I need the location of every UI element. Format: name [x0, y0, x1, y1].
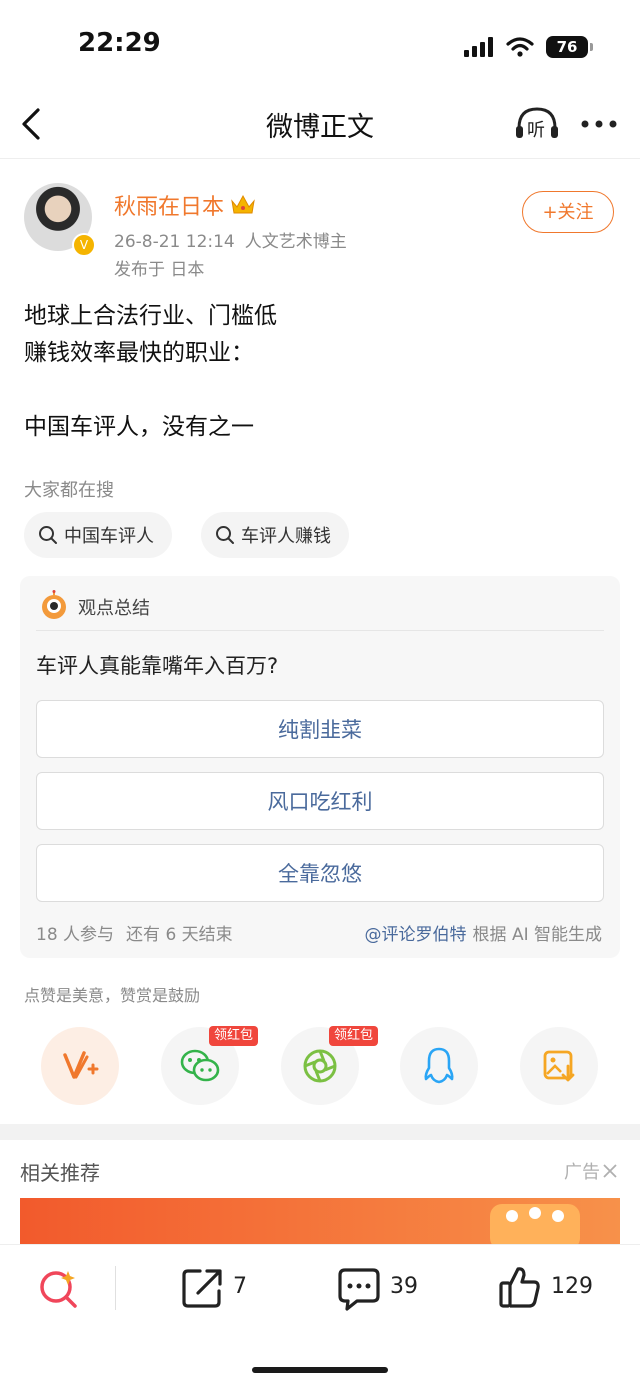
poll-option[interactable]: 风口吃红利	[36, 772, 604, 830]
battery-indicator: 76	[546, 36, 593, 58]
repost-count: 7	[233, 1274, 247, 1299]
summary-divider	[36, 630, 604, 631]
ad-banner-art	[490, 1204, 580, 1250]
poll-participants: 18 人参与	[36, 925, 115, 945]
author-tag: 人文艺术博主	[244, 232, 347, 252]
poll-question: 车评人真能靠嘴年入百万?	[36, 654, 279, 678]
bottom-bar-divider	[115, 1266, 116, 1310]
summary-title: 观点总结	[78, 598, 150, 619]
listen-button[interactable]: 听	[514, 104, 560, 144]
reward-hint: 点赞是美意，赞赏是鼓励	[24, 986, 201, 1005]
poll-stats: 18 人参与 还有 6 天结束	[36, 920, 245, 945]
status-icons: 76	[464, 36, 593, 58]
ai-search-button[interactable]	[38, 1268, 80, 1310]
nav-divider	[0, 158, 640, 159]
poll-source: @评论罗伯特 根据 AI 智能生成	[365, 920, 602, 945]
red-packet-badge: 领红包	[209, 1026, 259, 1046]
reward-button[interactable]	[41, 1027, 119, 1105]
follow-button[interactable]: +关注	[522, 191, 614, 233]
poll-option[interactable]: 全靠忽悠	[36, 844, 604, 902]
more-dots-icon	[581, 120, 617, 128]
save-image-icon	[543, 1050, 575, 1082]
search-chip-label: 中国车评人	[64, 526, 154, 547]
thumbs-up-icon	[499, 1267, 540, 1308]
listen-label: 听	[527, 120, 545, 141]
comment-button[interactable]	[337, 1266, 381, 1312]
more-button[interactable]	[580, 116, 618, 130]
post-date: 26-8-21 12:14	[114, 232, 235, 252]
section-divider	[0, 1124, 640, 1140]
ad-banner[interactable]	[20, 1198, 620, 1250]
content-line: 中国车评人，没有之一	[24, 414, 254, 440]
save-image-button[interactable]	[520, 1027, 598, 1105]
author-name-row[interactable]: 秋雨在日本	[114, 189, 256, 221]
search-chip-label: 车评人赚钱	[241, 526, 331, 547]
poll-remaining: 还有 6 天结束	[126, 925, 233, 945]
wifi-icon	[506, 37, 534, 57]
poll-option[interactable]: 纯割韭菜	[36, 700, 604, 758]
reward-v-icon	[63, 1051, 99, 1079]
repost-button[interactable]	[180, 1266, 260, 1310]
like-button[interactable]	[498, 1264, 542, 1310]
search-chip[interactable]: 中国车评人	[24, 512, 172, 558]
status-time: 22:29	[78, 28, 161, 58]
content-line: 地球上合法行业、门槛低	[24, 303, 277, 329]
like-count: 129	[551, 1274, 593, 1299]
qq-penguin-icon	[424, 1047, 454, 1084]
author-name[interactable]: 秋雨在日本	[114, 189, 224, 221]
content-line: 赚钱效率最快的职业：	[24, 340, 254, 366]
related-title: 相关推荐	[20, 1161, 100, 1185]
repost-icon	[182, 1269, 222, 1308]
post-location: 发布于 日本	[114, 260, 205, 280]
ai-search-icon	[40, 1271, 77, 1308]
close-icon[interactable]	[602, 1163, 618, 1179]
moments-icon	[303, 1049, 337, 1083]
ad-text: 广告	[564, 1162, 600, 1183]
search-icon	[216, 526, 234, 544]
bot-link[interactable]: @评论罗伯特	[365, 925, 467, 945]
share-qq-button[interactable]	[400, 1027, 478, 1105]
search-chip[interactable]: 车评人赚钱	[201, 512, 349, 558]
post-content: 地球上合法行业、门槛低 赚钱效率最快的职业： 中国车评人，没有之一	[24, 298, 277, 446]
search-icon	[39, 526, 57, 544]
ad-label[interactable]: 广告	[564, 1158, 618, 1184]
comment-icon	[338, 1268, 380, 1311]
wechat-icon	[180, 1049, 220, 1082]
signal-icon	[464, 37, 493, 57]
ai-generated-note: 根据 AI 智能生成	[472, 925, 602, 945]
verified-badge-icon: V	[72, 233, 96, 257]
crown-icon	[231, 194, 255, 214]
red-packet-badge: 领红包	[329, 1026, 379, 1046]
home-indicator	[252, 1367, 388, 1373]
trending-search-label: 大家都在搜	[24, 480, 114, 501]
comment-count: 39	[390, 1274, 418, 1299]
robot-mascot-icon	[38, 590, 70, 622]
post-meta: 26-8-21 12:14 人文艺术博主	[114, 227, 357, 252]
